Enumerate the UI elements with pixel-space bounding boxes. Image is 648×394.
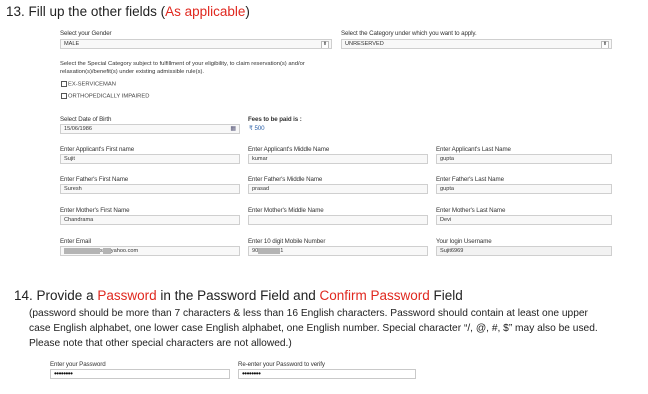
password-rules-note: (password should be more than 7 characte… — [29, 306, 641, 351]
username-label: Your login Username — [436, 238, 492, 245]
gender-select[interactable]: MALE ⬍ — [60, 39, 332, 49]
mother-first-input[interactable]: Chandrama — [60, 215, 240, 225]
updown-caret-icon: ⬍ — [321, 41, 329, 48]
calendar-icon[interactable]: ▦ — [230, 125, 236, 133]
step14-mid: in the Password Field and — [156, 288, 320, 303]
category-label: Select the Category under which you want… — [341, 30, 477, 37]
step14-confirm-password-word: Confirm Password — [319, 288, 430, 303]
father-first-label: Enter Father's First Name — [60, 176, 129, 183]
gender-label: Select your Gender — [60, 30, 112, 37]
father-middle-input[interactable]: prasad — [248, 184, 428, 194]
fees-value: ₹ 500 — [249, 125, 265, 132]
fees-label: Fees to be paid is : — [248, 116, 302, 123]
applicant-middle-label: Enter Applicant's Middle Name — [248, 146, 330, 153]
applicant-middle-input[interactable]: kumar — [248, 154, 428, 164]
step14-password-word: Password — [97, 288, 157, 303]
dob-label: Select Date of Birth — [60, 116, 112, 123]
checkbox-icon[interactable] — [61, 93, 67, 99]
checkbox-ex-serviceman[interactable]: EX-SERVICEMAN — [61, 81, 116, 88]
checkbox-icon[interactable] — [61, 81, 67, 87]
orthopedically-impaired-label: ORTHOPEDICALLY IMPAIRED — [68, 93, 150, 100]
email-suffix: yahoo.com — [110, 248, 139, 254]
step13-number: 13. — [6, 4, 25, 19]
category-value: UNRESERVED — [345, 41, 384, 47]
father-last-input[interactable]: gupta — [436, 184, 612, 194]
gender-value: MALE — [64, 41, 80, 47]
special-category-label-line1: Select the Special Category subject to f… — [60, 61, 305, 67]
password-input[interactable]: •••••••• — [50, 369, 230, 379]
step14-post: Field — [429, 288, 463, 303]
dob-input[interactable]: 15/06/1986 ▦ — [60, 124, 240, 134]
redacted-block — [64, 247, 100, 254]
ex-serviceman-label: EX-SERVICEMAN — [68, 81, 116, 88]
applicant-first-label: Enter Applicant's First name — [60, 146, 135, 153]
username-field: Sujit6969 — [436, 246, 612, 256]
note-line-3: Please note that other special character… — [29, 338, 292, 349]
father-middle-label: Enter Father's Middle Name — [248, 176, 323, 183]
special-category-label: Select the Special Category subject to f… — [60, 61, 350, 76]
mother-first-label: Enter Mother's First Name — [60, 207, 130, 214]
father-last-label: Enter Father's Last Name — [436, 176, 504, 183]
checkbox-orthopedically-impaired[interactable]: ORTHOPEDICALLY IMPAIRED — [61, 93, 149, 100]
applicant-last-input[interactable]: gupta — [436, 154, 612, 164]
confirm-password-label: Re-enter your Password to verify — [238, 361, 325, 368]
special-category-label-line2: relaxation(s)/benefit(s) under existing … — [60, 68, 205, 75]
password-label: Enter your Password — [50, 361, 106, 368]
mobile-suffix: 1 — [280, 248, 284, 254]
redacted-block — [258, 247, 281, 254]
step14-pre: Provide a — [36, 288, 98, 303]
step13-text: Fill up the other fields ( — [28, 4, 166, 19]
mother-middle-input[interactable] — [248, 215, 428, 225]
redacted-block — [102, 247, 111, 254]
email-input[interactable]: s yahoo.com — [60, 246, 240, 256]
confirm-password-input[interactable]: •••••••• — [238, 369, 416, 379]
note-line-1: (password should be more than 7 characte… — [29, 308, 588, 319]
dob-value: 15/06/1986 — [64, 126, 92, 132]
step13-highlight: As applicable — [165, 4, 246, 19]
applicant-first-input[interactable]: Sujit — [60, 154, 240, 164]
mobile-label: Enter 10 digit Mobile Number — [248, 238, 326, 245]
updown-caret-icon: ⬍ — [601, 41, 609, 48]
step14-number: 14. — [14, 288, 33, 303]
mother-middle-label: Enter Mother's Middle Name — [248, 207, 324, 214]
note-line-2: case English alphabet, one lower case En… — [29, 323, 598, 334]
applicant-last-label: Enter Applicant's Last Name — [436, 146, 511, 153]
mother-last-input[interactable]: Devi — [436, 215, 612, 225]
step14-heading: 14. Provide a Password in the Password F… — [14, 288, 463, 303]
mother-last-label: Enter Mother's Last Name — [436, 207, 506, 214]
email-label: Enter Email — [60, 238, 91, 245]
father-first-input[interactable]: Suresh — [60, 184, 240, 194]
mobile-input[interactable]: 90 1 — [248, 246, 428, 256]
category-select[interactable]: UNRESERVED ⬍ — [341, 39, 612, 49]
step13-heading: 13. Fill up the other fields (As applica… — [6, 4, 250, 19]
step13-close: ) — [245, 4, 250, 19]
